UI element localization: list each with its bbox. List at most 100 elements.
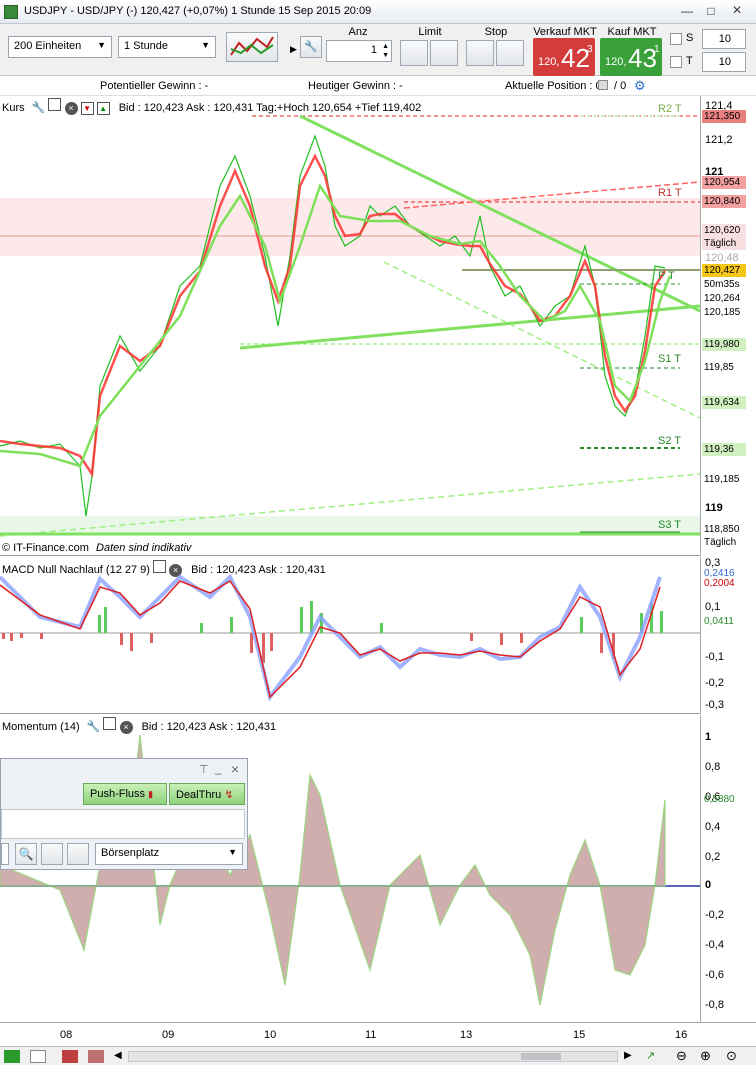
exchange-select[interactable]: Börsenplatz ▼ (95, 843, 243, 865)
y-tick: 0,4 (705, 821, 721, 833)
pin-icon[interactable]: ⊤ (199, 763, 209, 776)
zoom-reset-icon[interactable]: ⊙ (726, 1048, 737, 1064)
orderbook-icon[interactable] (67, 843, 89, 865)
price-tag-text: 118,850 (704, 524, 740, 535)
price-chart-canvas[interactable] (0, 96, 756, 556)
price-tag-text: 119,634 (704, 397, 740, 408)
units-value: 200 Einheiten (14, 40, 82, 52)
close-icon[interactable]: × (231, 761, 239, 777)
price-tag-text: 119,36 (704, 444, 734, 455)
stepper-arrows-icon[interactable]: ▲ ▼ (382, 42, 389, 60)
chart-type-button[interactable] (226, 32, 278, 62)
t-value: 10 (718, 56, 731, 68)
scroll-right-icon[interactable]: ▶ (624, 1050, 632, 1061)
collapse-arrow-icon[interactable]: ▶ (290, 44, 297, 55)
price-tag-r1: 120,840 (702, 195, 746, 208)
grid-icon[interactable] (30, 1050, 46, 1063)
s-stepper[interactable]: 10 (702, 29, 746, 49)
pivot-s2: S2 T (658, 435, 682, 447)
macd-tag-text: 0,2004 (704, 578, 735, 589)
zoom-out-icon[interactable]: ⊖ (676, 1048, 687, 1064)
order-toolbar: 200 Einheiten ▼ 1 Stunde ▼ ▶ 🔧 Anz 1 ▲ ▼ Li… (0, 24, 756, 76)
chart-icon[interactable] (41, 843, 63, 865)
position-icon[interactable] (598, 80, 608, 90)
gear-icon[interactable]: ⚙ (634, 78, 646, 94)
price-tag-upper: 120,954 (702, 176, 746, 189)
interval-select[interactable]: 1 Stunde ▼ (118, 36, 216, 58)
pivot-r1: R1 T (658, 187, 682, 199)
interval-value: 1 Stunde (124, 40, 169, 52)
chart-type-icon (230, 36, 274, 56)
push-flow-label: Push-Fluss (90, 788, 146, 800)
momentum-tag-text: 0,5880 (704, 794, 735, 805)
y-tick: 119 (705, 502, 723, 514)
maximize-button[interactable]: □ (700, 3, 722, 20)
stop-sell-button[interactable] (496, 40, 524, 66)
price-tag-daily-label: Täglich (702, 237, 746, 250)
x-tick: 16 (675, 1029, 688, 1041)
app-icon (4, 5, 18, 19)
price-tag-r2: 121,350 (702, 110, 746, 123)
macd-chart-canvas[interactable] (0, 557, 700, 714)
price-tag-s1: 119,85 (702, 361, 746, 374)
buy-price-prefix: 120, (605, 56, 627, 68)
draw-icon[interactable] (4, 1050, 20, 1063)
y-tick: 1 (705, 731, 712, 743)
sell-label: Verkauf MKT (533, 26, 597, 38)
price-tag-text: Täglich (704, 238, 737, 249)
push-flow-button[interactable]: Push-Fluss ▮ (83, 783, 167, 805)
limit-buy-button[interactable] (400, 40, 428, 66)
t-stepper[interactable]: 10 (702, 52, 746, 72)
macd-panel: MACD Null Nachlauf (12 27 9) × Bid : 120… (0, 557, 756, 714)
price-tag-text: 120,185 (704, 307, 741, 318)
price-y-axis: 121,4 121,2 121 120,48 119 (700, 96, 756, 556)
position-info-bar: Potentieller Gewinn : - Heutiger Gewinn … (0, 76, 756, 96)
autoscale-icon[interactable]: ↗ (646, 1049, 655, 1062)
minimize-icon[interactable]: _ (215, 761, 222, 775)
s-checkbox[interactable] (670, 33, 682, 45)
template-icon[interactable] (88, 1050, 104, 1063)
search-icon[interactable]: 🔍 (15, 843, 37, 865)
x-tick: 08 (60, 1029, 73, 1041)
dealthru-button[interactable]: DealThru ↯ (169, 783, 245, 805)
t-checkbox[interactable] (670, 56, 682, 68)
wrench-icon[interactable]: 🔧 (300, 36, 322, 58)
price-tag-s3: 118,850 (702, 523, 746, 536)
order-input-area[interactable] (1, 809, 245, 839)
momentum-tag: 0,5880 (702, 793, 746, 806)
y-tick: 0,2 (705, 851, 721, 863)
chevron-down-icon: ▼ (228, 847, 237, 857)
side-field[interactable] (1, 843, 9, 865)
limit-sell-button[interactable] (430, 40, 458, 66)
y-tick: 0,8 (705, 761, 721, 773)
quantity-stepper[interactable]: 1 ▲ ▼ (326, 40, 392, 62)
y-tick: 120,48 (705, 252, 739, 264)
y-tick: -0,2 (705, 909, 724, 921)
s-value: 10 (718, 33, 731, 45)
x-tick: 09 (162, 1029, 175, 1041)
indicator-icon[interactable] (62, 1050, 78, 1063)
horizontal-scrollbar[interactable] (128, 1051, 618, 1062)
pivot-s3: S3 T (658, 519, 682, 531)
bottom-toolbar: ◀ ▶ ↗ ⊖ ⊕ ⊙ (0, 1046, 756, 1065)
stop-buy-button[interactable] (466, 40, 494, 66)
x-tick: 13 (460, 1029, 473, 1041)
scroll-left-icon[interactable]: ◀ (114, 1050, 122, 1061)
buy-market-button[interactable]: 120, 43 1 (600, 38, 662, 76)
price-tag-timer: 50m35s (702, 278, 746, 291)
y-tick: -0,4 (705, 939, 724, 951)
potential-gain: Potentieller Gewinn : - (100, 80, 209, 92)
y-tick: -0,8 (705, 999, 724, 1011)
s-label: S (686, 32, 694, 44)
scrollbar-thumb[interactable] (521, 1053, 561, 1060)
close-button[interactable]: × (726, 3, 748, 20)
y-tick: 121,2 (705, 134, 733, 146)
sell-market-button[interactable]: 120, 42 3 (533, 38, 595, 76)
buy-price-big: 43 (628, 43, 657, 73)
buy-price-sup: 1 (654, 44, 660, 55)
zoom-in-icon[interactable]: ⊕ (700, 1048, 711, 1064)
minimize-button[interactable]: — (676, 3, 698, 20)
chevron-down-icon: ▼ (97, 40, 106, 50)
units-select[interactable]: 200 Einheiten ▼ (8, 36, 112, 58)
price-tag-trend: 120,185 (702, 306, 746, 319)
